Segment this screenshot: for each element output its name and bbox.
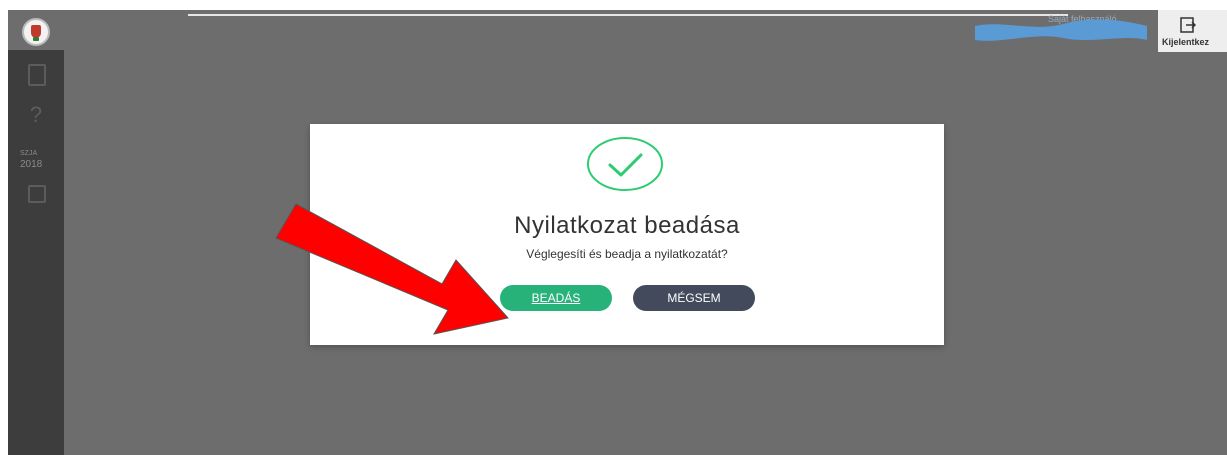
year-item-small-label: SZJA bbox=[20, 150, 38, 157]
logout-icon bbox=[1180, 17, 1196, 33]
document-list-icon[interactable] bbox=[28, 64, 46, 86]
sidebar-item-year[interactable]: SZJA 2018 bbox=[20, 148, 42, 170]
app-window: ? SZJA 2018 Saját felhasználó Kijelentke… bbox=[8, 10, 1227, 455]
help-icon[interactable]: ? bbox=[26, 104, 46, 126]
year-item-label: 2018 bbox=[20, 159, 43, 170]
save-icon[interactable] bbox=[28, 185, 46, 203]
cancel-button[interactable]: MÉGSEM bbox=[633, 285, 755, 311]
top-divider bbox=[188, 14, 1068, 16]
logout-label: Kijelentkez bbox=[1162, 37, 1210, 47]
redaction-scribble bbox=[975, 19, 1147, 41]
submit-button[interactable]: BEADÁS bbox=[500, 285, 612, 311]
logo-icon[interactable] bbox=[22, 18, 50, 46]
red-arrow-icon bbox=[275, 203, 509, 335]
logout-button[interactable]: Kijelentkez bbox=[1158, 10, 1227, 52]
check-circle-icon bbox=[587, 137, 663, 191]
sidebar: ? SZJA 2018 bbox=[8, 50, 64, 455]
